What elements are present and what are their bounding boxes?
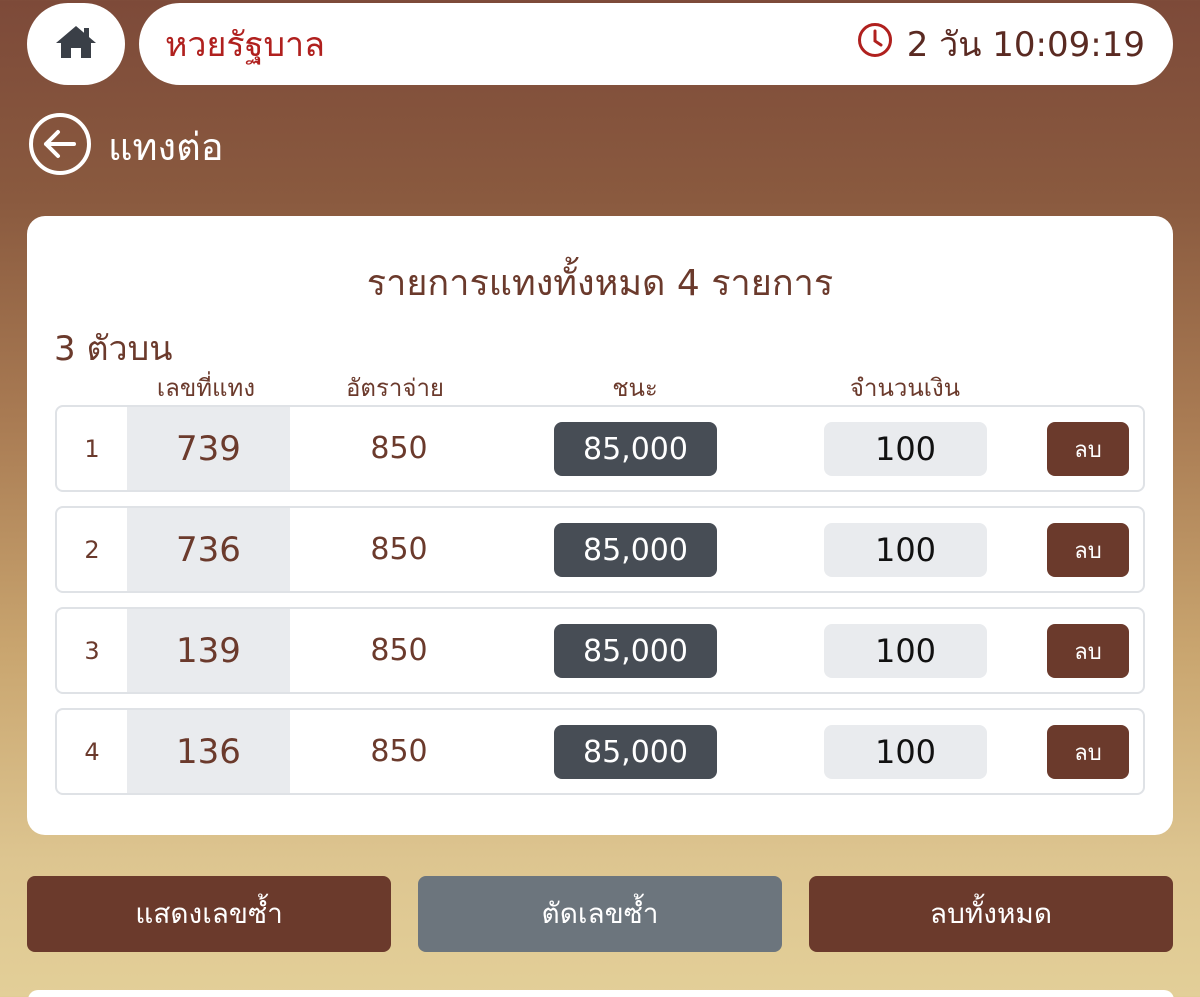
- row-index: 3: [84, 636, 100, 665]
- payout-rate: 850: [370, 633, 428, 668]
- countdown-timer: 2 วัน 10:09:19: [857, 17, 1145, 71]
- bet-type-label: 3 ตัวบน: [54, 329, 173, 369]
- bet-number: 739: [127, 407, 290, 490]
- countdown-text: 2 วัน 10:09:19: [906, 25, 1145, 65]
- bet-row: 4 136 850 85,000 ลบ: [55, 708, 1145, 795]
- bet-amount-input[interactable]: [824, 523, 987, 577]
- arrow-left-circle-icon: [28, 112, 92, 180]
- column-header-win: ชนะ: [612, 374, 658, 402]
- win-amount-badge: 85,000: [554, 624, 717, 678]
- bet-amount-input[interactable]: [824, 422, 987, 476]
- row-index: 4: [84, 737, 100, 766]
- bet-row: 1 739 850 85,000 ลบ: [55, 405, 1145, 492]
- payout-rate: 850: [370, 734, 428, 769]
- card-title: รายการแทงทั้งหมด 4 รายการ: [366, 263, 834, 304]
- bet-row: 2 736 850 85,000 ลบ: [55, 506, 1145, 593]
- delete-button[interactable]: ลบ: [1047, 422, 1129, 476]
- win-amount-badge: 85,000: [554, 725, 717, 779]
- lottery-name: หวยรัฐบาล: [165, 25, 325, 65]
- column-header-number: เลขที่แทง: [156, 374, 256, 402]
- next-panel-edge: [28, 990, 1174, 997]
- delete-all-button[interactable]: ลบทั้งหมด: [809, 876, 1173, 952]
- bet-amount-input[interactable]: [824, 624, 987, 678]
- payout-rate: 850: [370, 532, 428, 567]
- win-amount-badge: 85,000: [554, 422, 717, 476]
- remove-duplicates-button[interactable]: ตัดเลขซ้ำ: [418, 876, 782, 952]
- delete-button[interactable]: ลบ: [1047, 624, 1129, 678]
- delete-button[interactable]: ลบ: [1047, 725, 1129, 779]
- column-header-rate: อัตราจ่าย: [346, 374, 444, 402]
- delete-button[interactable]: ลบ: [1047, 523, 1129, 577]
- column-header-amount: จำนวนเงิน: [849, 374, 961, 402]
- home-icon: [54, 24, 98, 64]
- bet-number: 136: [127, 710, 290, 793]
- payout-rate: 850: [370, 431, 428, 466]
- row-index: 2: [84, 535, 100, 564]
- lottery-header-bar: หวยรัฐบาล 2 วัน 10:09:19: [139, 3, 1173, 85]
- bet-row: 3 139 850 85,000 ลบ: [55, 607, 1145, 694]
- row-index: 1: [84, 434, 100, 463]
- bet-amount-input[interactable]: [824, 725, 987, 779]
- back-label: แทงต่อ: [108, 124, 224, 169]
- back-link[interactable]: แทงต่อ: [28, 113, 224, 179]
- show-duplicates-button[interactable]: แสดงเลขซ้ำ: [27, 876, 391, 952]
- clock-icon: [857, 22, 907, 67]
- bet-list-card: รายการแทงทั้งหมด 4 รายการ 3 ตัวบน เลขที่…: [27, 216, 1173, 835]
- bet-number: 736: [127, 508, 290, 591]
- win-amount-badge: 85,000: [554, 523, 717, 577]
- bet-number: 139: [127, 609, 290, 692]
- home-button[interactable]: [27, 3, 125, 85]
